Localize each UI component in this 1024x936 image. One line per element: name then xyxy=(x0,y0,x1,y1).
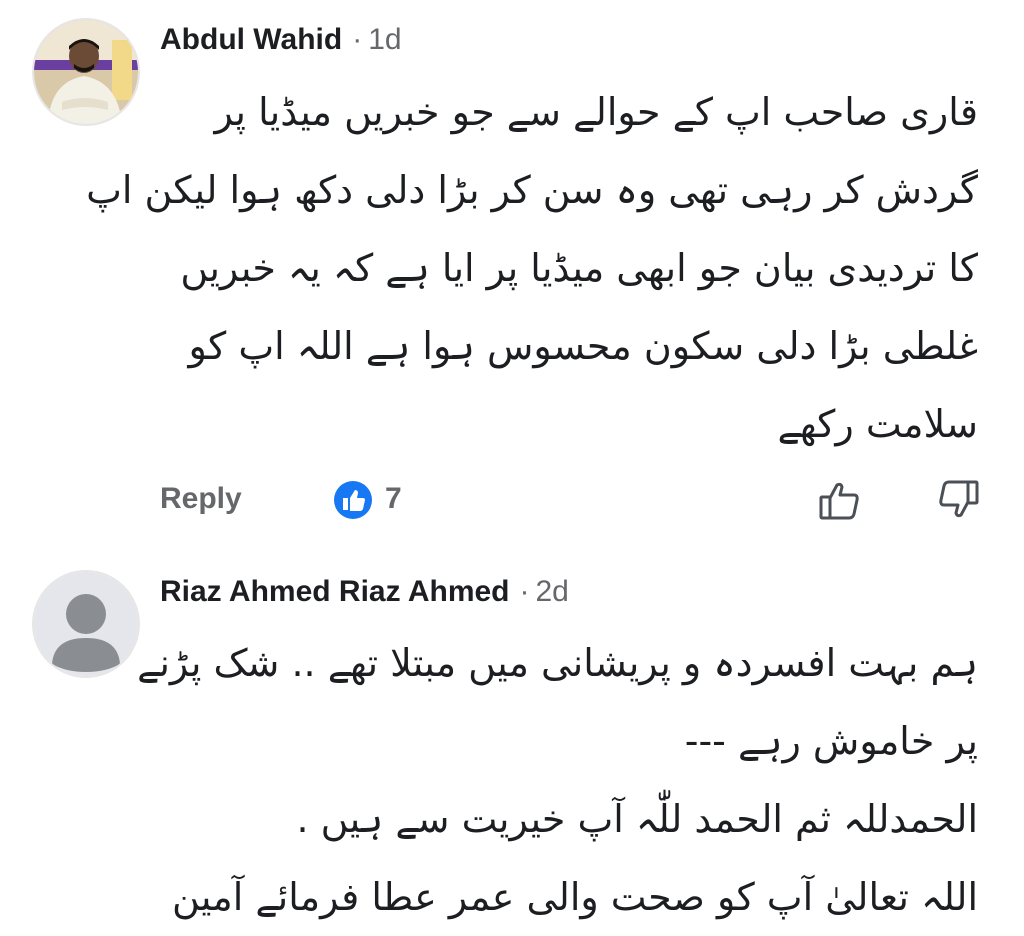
timestamp[interactable]: 2d xyxy=(536,575,569,608)
avatar[interactable] xyxy=(34,20,138,124)
comment-text-line: پر خاموش رہے --- xyxy=(684,719,978,763)
comment-text-line: قاری صاحب اپ کے حوالے سے جو خبریں میڈیا … xyxy=(214,90,978,134)
comment-header: Riaz Ahmed Riaz Ahmed · 2d xyxy=(160,574,569,610)
separator-dot: · xyxy=(519,575,530,608)
user-photo-icon xyxy=(34,20,138,124)
default-user-icon xyxy=(34,572,138,676)
comment-text: ہم بہت افسردہ و پریشانی میں مبتلا تھے ..… xyxy=(137,624,979,936)
comment-text: قاری صاحب اپ کے حوالے سے جو خبریں میڈیا … xyxy=(86,73,978,463)
reaction-count[interactable]: 7 xyxy=(385,482,402,516)
comment-text-line: غلطی بڑا دلی سکون محسوس ہوا ہے اللہ اپ ک… xyxy=(188,324,978,368)
author-name[interactable]: Riaz Ahmed Riaz Ahmed xyxy=(160,575,510,608)
reply-button[interactable]: Reply xyxy=(160,482,242,516)
author-name[interactable]: Abdul Wahid xyxy=(160,23,342,56)
comment-text-line: اللہ تعالیٰ آپ کو صحت والی عمر عطا فرمائ… xyxy=(172,875,978,919)
separator-dot: · xyxy=(352,23,363,56)
thumbs-down-outline-icon[interactable] xyxy=(934,476,982,524)
comment-text-line: سلامت رکھے xyxy=(777,402,978,446)
avatar[interactable] xyxy=(34,572,138,676)
comment-text-line: الحمدللہ ثم الحمد للّٰہ آپ خیریت سے ہیں … xyxy=(296,797,979,841)
comment-text-line: گردش کر رہی تھی وہ سن کر بڑا دلی دکھ ہوا… xyxy=(86,168,978,212)
timestamp[interactable]: 1d xyxy=(368,23,401,56)
like-badge-icon[interactable] xyxy=(331,478,375,522)
comment-text-line: کا تردیدی بیان جو ابھی میڈیا پر ایا ہے ک… xyxy=(180,246,978,290)
comment-actions: Reply 7 xyxy=(0,468,1024,528)
comment-header: Abdul Wahid · 1d xyxy=(160,22,402,58)
comment-text-line: ہم بہت افسردہ و پریشانی میں مبتلا تھے ..… xyxy=(137,641,978,685)
thumbs-up-outline-icon[interactable] xyxy=(816,476,864,524)
